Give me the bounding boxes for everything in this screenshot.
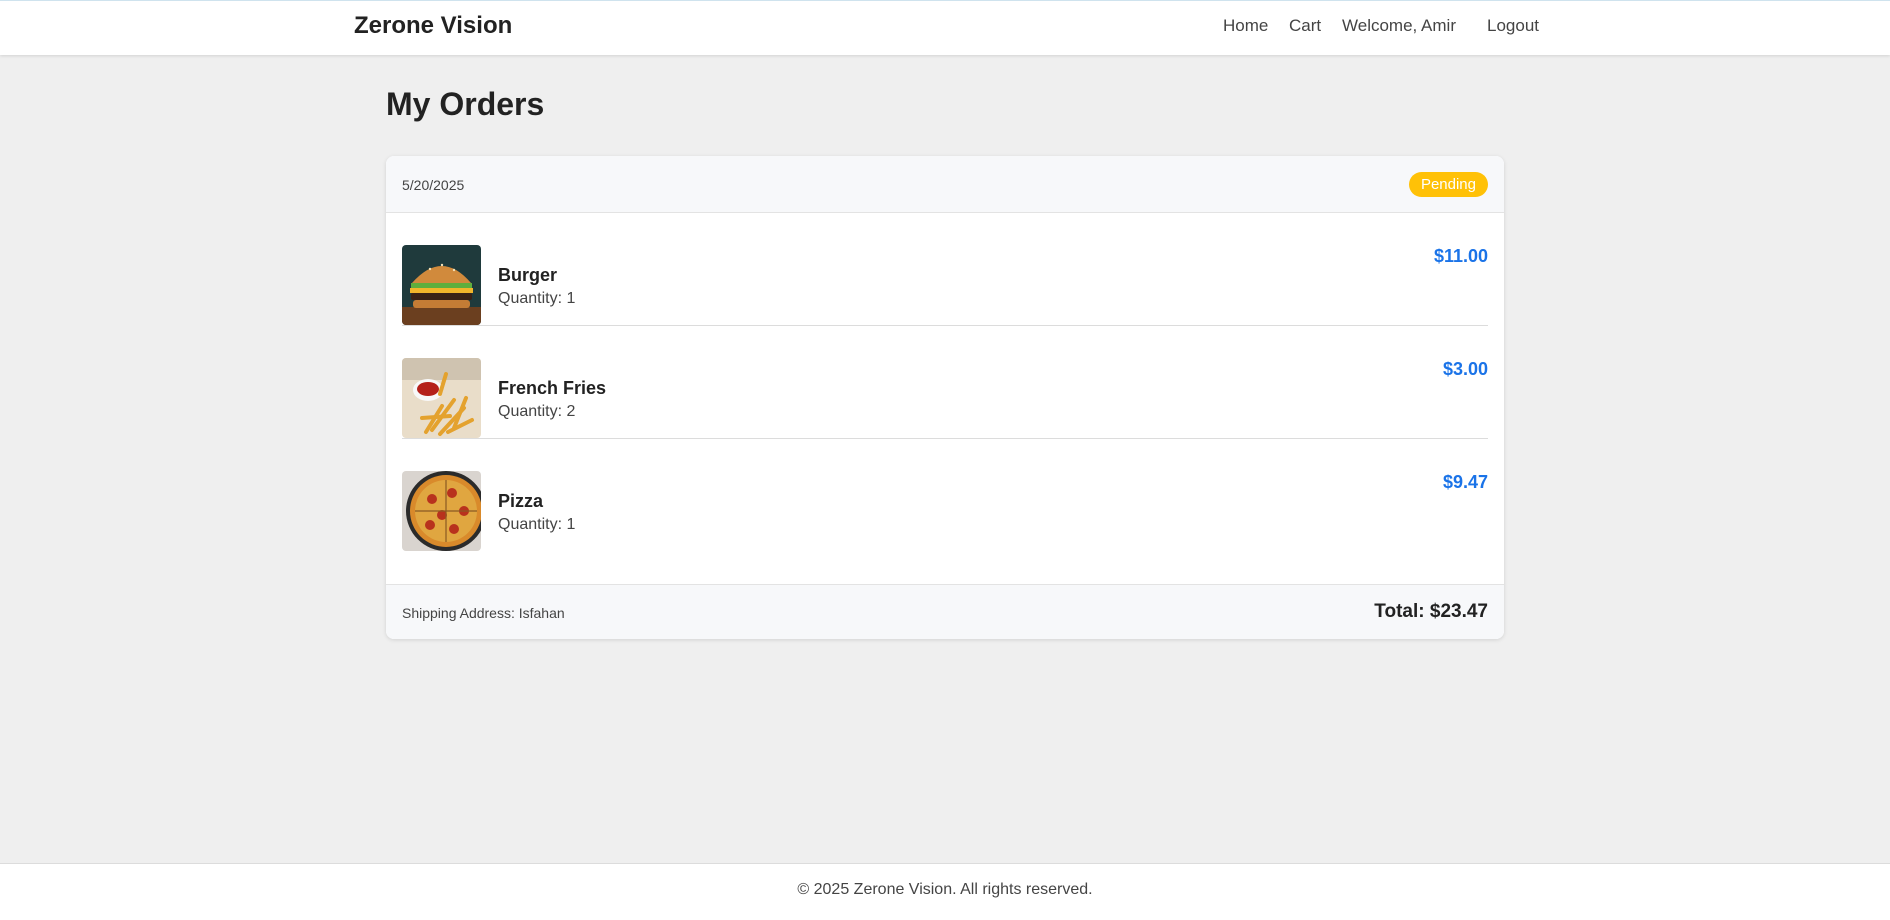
item-quantity: Quantity: 1 bbox=[498, 290, 576, 307]
order-header: 5/20/2025 Pending bbox=[386, 156, 1504, 213]
nav-welcome-text: Welcome, Amir bbox=[1342, 16, 1456, 35]
item-name: Burger bbox=[498, 265, 558, 285]
order-item: Pizza Quantity: 1 $9.47 bbox=[402, 439, 1488, 552]
copyright-text: © 2025 Zerone Vision. All rights reserve… bbox=[797, 881, 1093, 898]
top-navbar: Zerone Vision Home Cart Welcome, Amir Lo… bbox=[0, 0, 1890, 55]
item-price: $11.00 bbox=[1433, 246, 1488, 266]
item-price: $9.47 bbox=[1442, 472, 1488, 492]
pizza-image bbox=[402, 471, 481, 551]
order-date: 5/20/2025 bbox=[402, 177, 465, 193]
item-price: $3.00 bbox=[1442, 359, 1488, 379]
order-total: Total: $23.47 bbox=[1374, 601, 1488, 622]
brand-logo[interactable]: Zerone Vision bbox=[354, 12, 512, 40]
order-card: 5/20/2025 Pending Burger Quantity: 1 $11… bbox=[386, 156, 1504, 639]
french-fries-image bbox=[402, 358, 481, 438]
shipping-address: Shipping Address: Isfahan bbox=[402, 605, 565, 621]
order-footer: Shipping Address: Isfahan Total: $23.47 bbox=[386, 584, 1504, 639]
item-quantity: Quantity: 2 bbox=[498, 403, 576, 420]
page-footer: © 2025 Zerone Vision. All rights reserve… bbox=[0, 863, 1890, 920]
order-item: Burger Quantity: 1 $11.00 bbox=[402, 213, 1488, 326]
item-name: French Fries bbox=[498, 378, 607, 398]
status-badge: Pending bbox=[1408, 172, 1488, 197]
nav-cart-link[interactable]: Cart bbox=[1289, 16, 1321, 36]
nav-logout-link[interactable]: Logout bbox=[1487, 16, 1539, 36]
item-quantity: Quantity: 1 bbox=[498, 516, 576, 533]
order-item: French Fries Quantity: 2 $3.00 bbox=[402, 326, 1488, 439]
burger-image bbox=[402, 245, 481, 325]
item-name: Pizza bbox=[498, 491, 544, 511]
page-title: My Orders bbox=[386, 86, 545, 122]
nav-home-link[interactable]: Home bbox=[1223, 16, 1268, 36]
